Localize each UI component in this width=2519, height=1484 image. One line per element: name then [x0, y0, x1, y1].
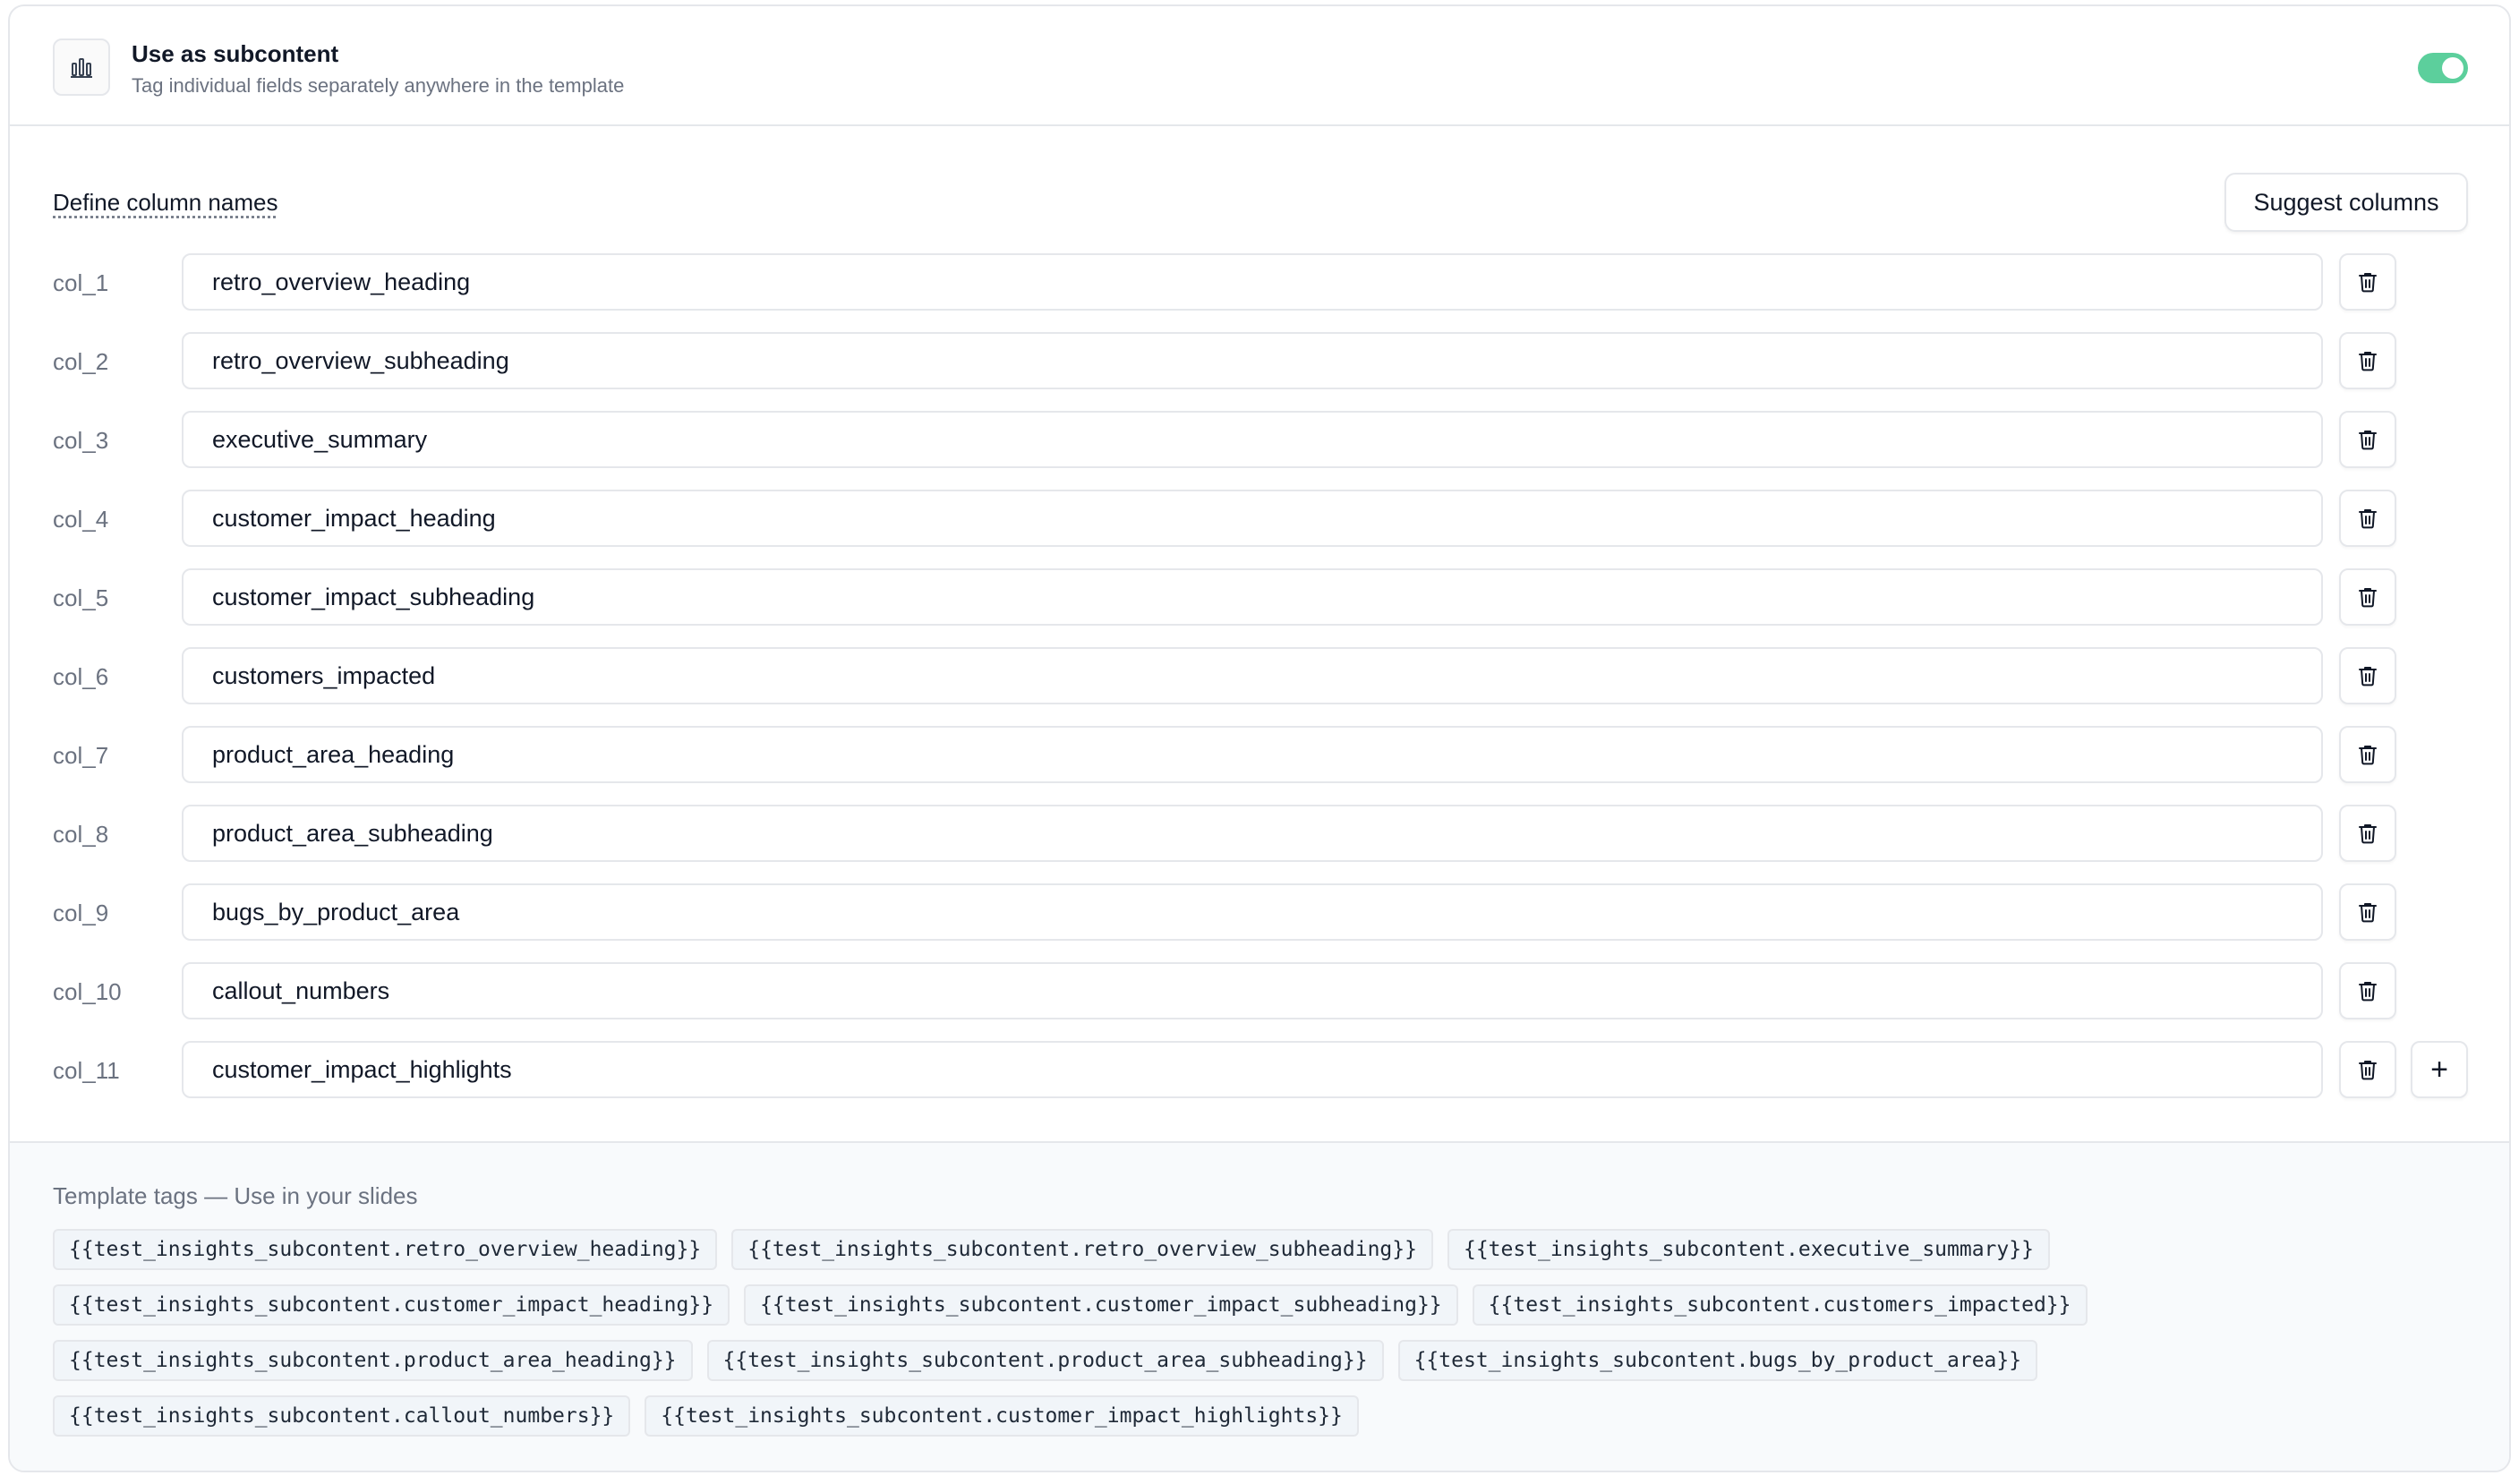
column-row: col_5 [10, 568, 2509, 647]
delete-column-button[interactable] [2339, 647, 2396, 704]
column-row: col_4 [10, 490, 2509, 568]
column-row: col_6 [10, 647, 2509, 726]
template-tags-section: Template tags — Use in your slides {{tes… [10, 1141, 2509, 1471]
trash-icon [2358, 901, 2378, 923]
column-label: col_5 [53, 584, 109, 611]
column-row: col_9 [10, 883, 2509, 962]
column-label: col_10 [53, 978, 122, 1005]
delete-column-button[interactable] [2339, 1041, 2396, 1098]
column-label: col_1 [53, 269, 109, 296]
column-row: col_2 [10, 332, 2509, 411]
column-label: col_4 [53, 506, 109, 533]
delete-column-button[interactable] [2339, 805, 2396, 862]
add-column-button[interactable]: + [2411, 1041, 2468, 1098]
column-name-input[interactable] [182, 805, 2323, 862]
subcontent-header: Use as subcontent Tag individual fields … [10, 6, 2509, 126]
define-columns-label: Define column names [53, 189, 278, 216]
trash-icon [2358, 665, 2378, 687]
template-tag[interactable]: {{test_insights_subcontent.bugs_by_produ… [1397, 1340, 2038, 1381]
delete-column-button[interactable] [2339, 332, 2396, 389]
delete-column-button[interactable] [2339, 962, 2396, 1019]
trash-icon [2358, 350, 2378, 371]
template-tag[interactable]: {{test_insights_subcontent.product_area_… [706, 1340, 1384, 1381]
template-tag[interactable]: {{test_insights_subcontent.customer_impa… [744, 1284, 1458, 1326]
trash-icon [2358, 1059, 2378, 1080]
delete-column-button[interactable] [2339, 490, 2396, 547]
header-subtitle: Tag individual fields separately anywher… [132, 74, 625, 97]
delete-column-button[interactable] [2339, 253, 2396, 311]
trash-icon [2358, 507, 2378, 529]
column-label: col_7 [53, 742, 109, 769]
trash-icon [2358, 429, 2378, 450]
column-name-input[interactable] [182, 490, 2323, 547]
header-title: Use as subcontent [132, 40, 339, 67]
template-tags-list: {{test_insights_subcontent.retro_overvie… [53, 1229, 2452, 1437]
delete-column-button[interactable] [2339, 568, 2396, 626]
trash-icon [2358, 586, 2378, 608]
column-name-input[interactable] [182, 411, 2323, 468]
trash-icon [2358, 980, 2378, 1002]
delete-column-button[interactable] [2339, 726, 2396, 783]
column-name-input[interactable] [182, 332, 2323, 389]
template-tag[interactable]: {{test_insights_subcontent.product_area_… [53, 1340, 693, 1381]
trash-icon [2358, 744, 2378, 765]
column-row: col_3 [10, 411, 2509, 490]
template-tags-title: Template tags — Use in your slides [53, 1182, 418, 1209]
column-label: col_9 [53, 900, 109, 926]
delete-column-button[interactable] [2339, 411, 2396, 468]
column-row: col_8 [10, 805, 2509, 883]
column-row: col_10 [10, 962, 2509, 1041]
suggest-columns-button[interactable]: Suggest columns [2224, 173, 2468, 232]
subcontent-card: Use as subcontent Tag individual fields … [8, 4, 2511, 1472]
template-tag[interactable]: {{test_insights_subcontent.customers_imp… [1472, 1284, 2088, 1326]
column-name-input[interactable] [182, 726, 2323, 783]
column-name-input[interactable] [182, 1041, 2323, 1098]
column-row: col_7 [10, 726, 2509, 805]
template-tag[interactable]: {{test_insights_subcontent.callout_numbe… [53, 1395, 631, 1437]
subcontent-toggle[interactable] [2418, 53, 2468, 83]
column-label: col_8 [53, 821, 109, 848]
column-rows: col_1 col_2 col_3 col_4 col_5 col_6 col_7 col_8… [10, 253, 2509, 1120]
column-label: col_6 [53, 663, 109, 690]
trash-icon [2358, 823, 2378, 844]
column-label: col_3 [53, 427, 109, 454]
toggle-knob [2442, 57, 2463, 79]
column-name-input[interactable] [182, 962, 2323, 1019]
column-name-input[interactable] [182, 568, 2323, 626]
column-label: col_2 [53, 348, 109, 375]
delete-column-button[interactable] [2339, 883, 2396, 941]
template-tag[interactable]: {{test_insights_subcontent.executive_sum… [1447, 1229, 2050, 1270]
column-name-input[interactable] [182, 883, 2323, 941]
column-label: col_11 [53, 1057, 120, 1084]
column-name-input[interactable] [182, 253, 2323, 311]
column-name-input[interactable] [182, 647, 2323, 704]
template-tag[interactable]: {{test_insights_subcontent.retro_overvie… [53, 1229, 718, 1270]
template-tag[interactable]: {{test_insights_subcontent.customer_impa… [645, 1395, 1359, 1437]
column-row: col_11 + [10, 1041, 2509, 1120]
bar-chart-icon [53, 38, 110, 96]
template-tag[interactable]: {{test_insights_subcontent.retro_overvie… [731, 1229, 1433, 1270]
template-tag[interactable]: {{test_insights_subcontent.customer_impa… [53, 1284, 730, 1326]
trash-icon [2358, 271, 2378, 293]
column-row: col_1 [10, 253, 2509, 332]
plus-icon: + [2430, 1052, 2448, 1087]
